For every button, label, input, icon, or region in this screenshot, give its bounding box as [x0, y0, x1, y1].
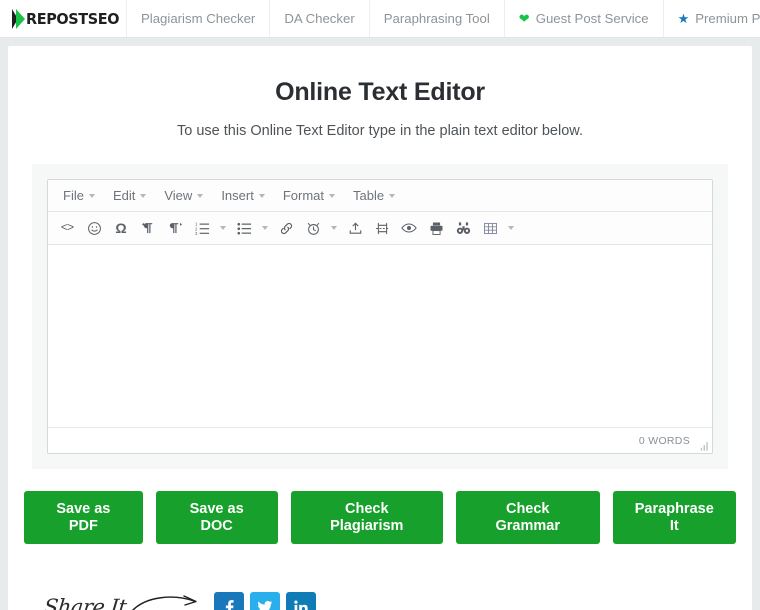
- nav-item-label: Plagiarism Checker: [141, 11, 256, 26]
- menu-format[interactable]: Format: [274, 185, 344, 206]
- paraphrase-it-button[interactable]: Paraphrase It: [612, 491, 737, 545]
- save-as-doc-button[interactable]: Save as DOC: [155, 491, 278, 545]
- logo-mark-icon: [12, 8, 25, 29]
- top-navbar: REPOSTSEO Plagiarism Checker DA Checker …: [0, 0, 760, 38]
- chevron-down-icon: [140, 193, 147, 198]
- share-bar: Share It: [24, 568, 736, 610]
- save-as-pdf-button[interactable]: Save as PDF: [24, 491, 143, 545]
- menu-table[interactable]: Table: [344, 185, 404, 206]
- link-icon[interactable]: [273, 217, 299, 239]
- logo-text: REPOSTSEO: [25, 9, 119, 28]
- editor-content-area[interactable]: [48, 245, 712, 427]
- find-replace-icon[interactable]: [450, 217, 476, 239]
- page-subtitle: To use this Online Text Editor type in t…: [177, 123, 583, 139]
- tinymce-editor: File Edit View Insert Format Table <> Ω …: [47, 179, 713, 454]
- nav-item-label: DA Checker: [284, 11, 355, 26]
- star-icon: ★: [677, 11, 690, 26]
- share-label: Share It: [42, 594, 128, 610]
- emoticon-icon[interactable]: [81, 217, 107, 239]
- chevron-down-icon: [329, 193, 335, 198]
- table-dropdown[interactable]: [504, 217, 518, 239]
- menu-label: Insert: [221, 188, 254, 203]
- nav-items: Plagiarism Checker DA Checker Paraphrasi…: [126, 0, 760, 37]
- check-grammar-button[interactable]: Check Grammar: [455, 491, 600, 545]
- print-icon[interactable]: [423, 217, 449, 239]
- insert-image-icon[interactable]: [342, 217, 368, 239]
- menu-edit[interactable]: Edit: [104, 185, 155, 206]
- menu-label: Format: [282, 188, 324, 203]
- nav-item-label: Guest Post Service: [535, 11, 649, 26]
- nav-item-paraphrasing-tool[interactable]: Paraphrasing Tool: [370, 0, 505, 37]
- nav-item-plagiarism-checker[interactable]: Plagiarism Checker: [126, 0, 271, 37]
- action-buttons: Save as PDF Save as DOC Check Plagiarism…: [24, 469, 737, 568]
- word-count: 0 WORDS: [638, 434, 690, 447]
- rtl-paragraph-icon[interactable]: [162, 217, 188, 239]
- nav-item-label: Premium Plans: [695, 11, 760, 26]
- chevron-down-icon: [197, 193, 204, 198]
- site-logo[interactable]: REPOSTSEO: [0, 0, 127, 37]
- table-icon[interactable]: [477, 217, 503, 239]
- nav-item-guest-post-service[interactable]: ❤ Guest Post Service: [505, 0, 664, 37]
- nav-item-premium-plans[interactable]: ★ Premium Plans: [664, 0, 760, 37]
- editor-statusbar: 0 WORDS: [48, 427, 712, 453]
- page-title: Online Text Editor: [275, 78, 485, 106]
- bullet-list-icon[interactable]: [231, 217, 257, 239]
- menu-label: Table: [353, 188, 385, 203]
- chevron-down-icon: [389, 193, 396, 198]
- ltr-paragraph-icon[interactable]: [135, 217, 161, 239]
- facebook-share-button[interactable]: [214, 591, 245, 610]
- linkedin-share-button[interactable]: [286, 591, 317, 610]
- menu-label: File: [63, 188, 84, 203]
- nav-item-da-checker[interactable]: DA Checker: [270, 0, 370, 37]
- bullet-list-dropdown[interactable]: [258, 217, 272, 239]
- preview-icon[interactable]: [396, 217, 422, 239]
- curved-arrow-icon: [130, 590, 202, 610]
- twitter-icon: [258, 600, 273, 610]
- svg-text:3: 3: [195, 231, 198, 236]
- nav-item-label: Paraphrasing Tool: [383, 11, 490, 26]
- page-wrapper: Online Text Editor To use this Online Te…: [0, 38, 760, 610]
- menu-view[interactable]: View: [155, 185, 212, 206]
- social-buttons: [214, 591, 317, 610]
- editor-toolbar: <> Ω 1 2 3: [48, 212, 712, 245]
- main-card: Online Text Editor To use this Online Te…: [8, 46, 752, 610]
- numbered-list-dropdown[interactable]: [216, 217, 230, 239]
- linkedin-icon: [294, 600, 308, 610]
- page-break-icon[interactable]: [369, 217, 395, 239]
- editor-panel: File Edit View Insert Format Table <> Ω …: [32, 164, 728, 469]
- insert-datetime-icon[interactable]: [300, 217, 326, 239]
- numbered-list-icon[interactable]: 1 2 3: [189, 217, 215, 239]
- menu-label: Edit: [112, 188, 136, 203]
- insert-datetime-dropdown[interactable]: [327, 217, 341, 239]
- menu-insert[interactable]: Insert: [212, 185, 274, 206]
- check-plagiarism-button[interactable]: Check Plagiarism: [290, 491, 443, 545]
- special-character-icon[interactable]: Ω: [108, 217, 134, 239]
- twitter-share-button[interactable]: [250, 591, 281, 610]
- chevron-down-icon: [258, 193, 265, 198]
- chevron-down-icon: [88, 193, 95, 198]
- editor-menubar: File Edit View Insert Format Table: [48, 180, 712, 212]
- source-code-icon[interactable]: <>: [54, 217, 80, 239]
- menu-file[interactable]: File: [54, 185, 104, 206]
- facebook-icon: [226, 599, 234, 610]
- menu-label: View: [164, 188, 193, 203]
- heart-icon: ❤: [518, 11, 530, 26]
- resize-handle[interactable]: [698, 439, 709, 451]
